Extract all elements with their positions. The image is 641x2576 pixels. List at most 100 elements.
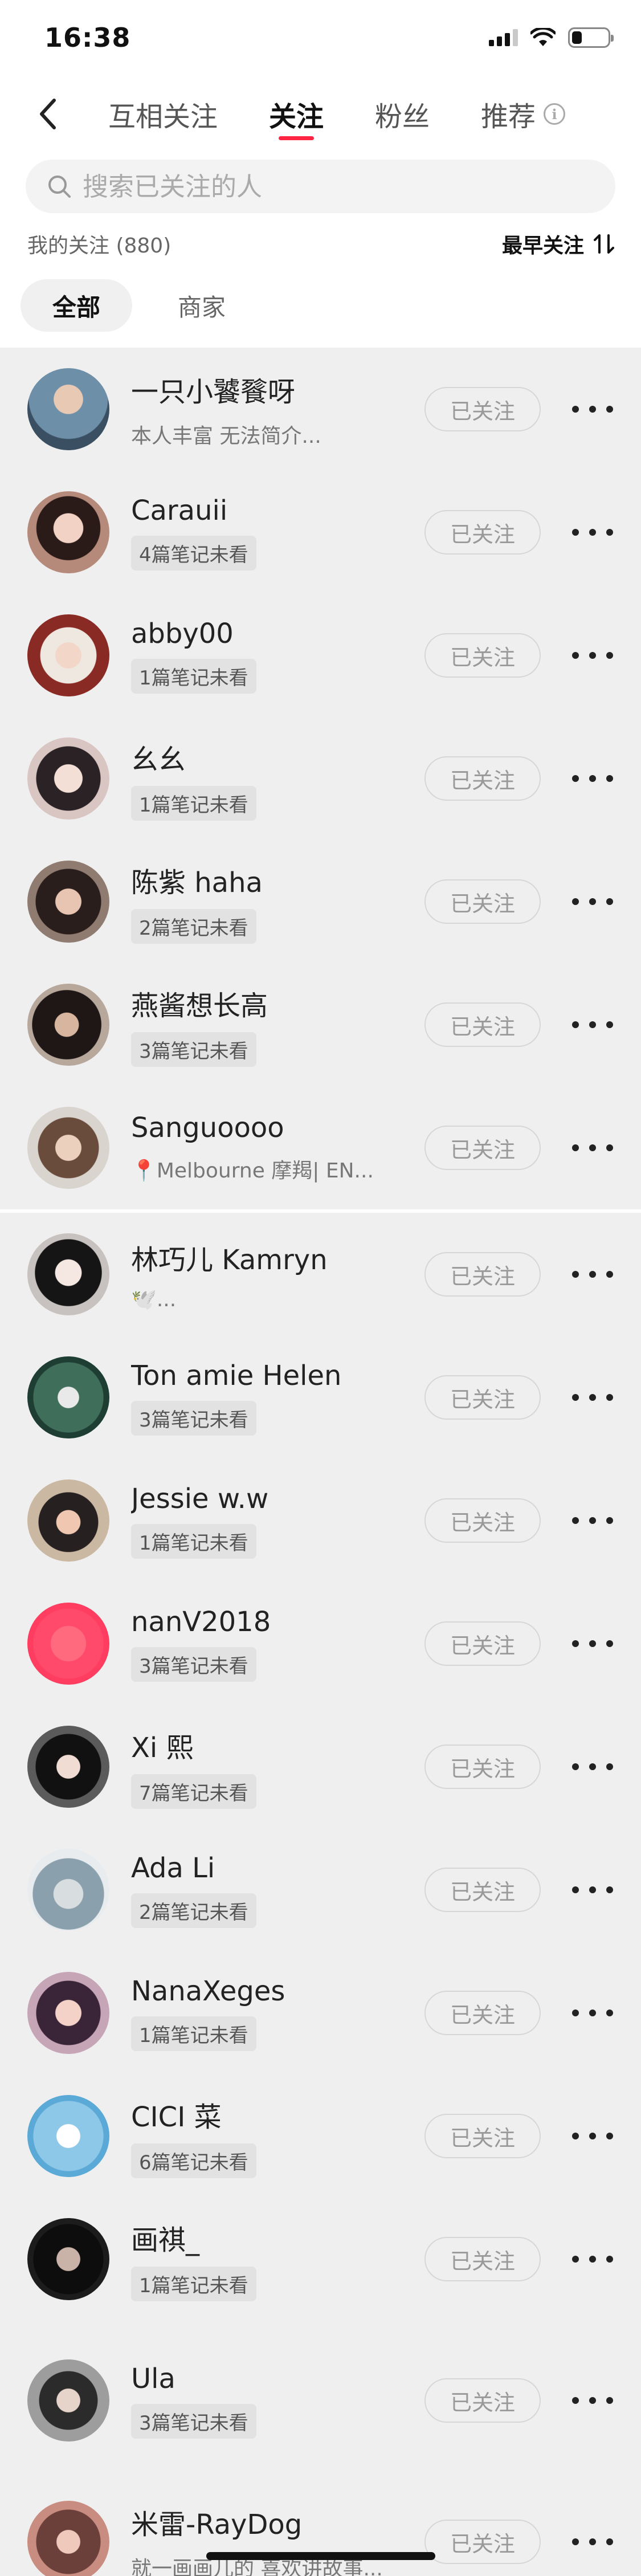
list-item[interactable]: Ton amie Helen 3篇笔记未看 已关注 bbox=[0, 1336, 641, 1459]
more-options-icon[interactable] bbox=[570, 1136, 615, 1159]
more-options-icon[interactable] bbox=[570, 2002, 615, 2024]
user-name[interactable]: 林巧儿 Kamryn bbox=[131, 1237, 399, 1277]
tab-recommend[interactable]: 推荐 i bbox=[481, 91, 566, 137]
avatar[interactable] bbox=[27, 1726, 109, 1808]
following-button[interactable]: 已关注 bbox=[424, 2520, 541, 2564]
user-name[interactable]: Ton amie Helen bbox=[131, 1360, 399, 1392]
more-options-icon[interactable] bbox=[570, 2125, 615, 2147]
user-name[interactable]: NanaXeges bbox=[131, 1975, 399, 2007]
user-name[interactable]: abby00 bbox=[131, 618, 399, 650]
more-options-icon[interactable] bbox=[570, 1386, 615, 1409]
user-name[interactable]: Jessie w.w bbox=[131, 1483, 399, 1515]
search-input[interactable] bbox=[83, 171, 538, 202]
avatar[interactable] bbox=[27, 1233, 109, 1315]
more-options-icon[interactable] bbox=[570, 767, 615, 790]
following-button[interactable]: 已关注 bbox=[424, 1498, 541, 1543]
avatar[interactable] bbox=[27, 2359, 109, 2442]
user-name[interactable]: Sanguoooo bbox=[131, 1112, 399, 1144]
avatar[interactable] bbox=[27, 737, 109, 820]
following-button[interactable]: 已关注 bbox=[424, 1375, 541, 1420]
avatar[interactable] bbox=[27, 2501, 109, 2576]
more-options-icon[interactable] bbox=[570, 1878, 615, 1901]
list-item[interactable]: 幺幺 1篇笔记未看 已关注 bbox=[0, 717, 641, 840]
list-item[interactable]: Ula 3篇笔记未看 已关注 bbox=[0, 2321, 641, 2480]
tab-fans[interactable]: 粉丝 bbox=[375, 91, 430, 137]
more-options-icon[interactable] bbox=[570, 521, 615, 544]
avatar[interactable] bbox=[27, 614, 109, 696]
avatar[interactable] bbox=[27, 2095, 109, 2177]
following-button[interactable]: 已关注 bbox=[424, 1621, 541, 1666]
user-name[interactable]: 燕酱想长高 bbox=[131, 983, 399, 1023]
more-options-icon[interactable] bbox=[570, 1755, 615, 1778]
more-options-icon[interactable] bbox=[570, 644, 615, 667]
more-options-icon[interactable] bbox=[570, 2389, 615, 2412]
more-options-icon[interactable] bbox=[570, 1509, 615, 1532]
following-button[interactable]: 已关注 bbox=[424, 510, 541, 555]
list-item[interactable]: 陈紫 haha 2篇笔记未看 已关注 bbox=[0, 840, 641, 963]
sort-button[interactable]: 最早关注 bbox=[502, 229, 616, 259]
back-arrow-icon[interactable] bbox=[28, 94, 68, 134]
user-name[interactable]: Ula bbox=[131, 2363, 399, 2395]
info-icon[interactable]: i bbox=[544, 103, 566, 125]
following-button[interactable]: 已关注 bbox=[424, 2237, 541, 2281]
avatar[interactable] bbox=[27, 2218, 109, 2300]
avatar[interactable] bbox=[27, 1603, 109, 1685]
list-item[interactable]: Xi 熙 7篇笔记未看 已关注 bbox=[0, 1705, 641, 1828]
user-name[interactable]: 幺幺 bbox=[131, 737, 399, 777]
more-options-icon[interactable] bbox=[570, 1632, 615, 1655]
following-button[interactable]: 已关注 bbox=[424, 2378, 541, 2423]
more-options-icon[interactable] bbox=[570, 2248, 615, 2271]
list-item[interactable]: nanV2018 3篇笔记未看 已关注 bbox=[0, 1582, 641, 1705]
tab-mutual[interactable]: 互相关注 bbox=[108, 91, 218, 137]
following-button[interactable]: 已关注 bbox=[424, 1868, 541, 1912]
following-button[interactable]: 已关注 bbox=[424, 1744, 541, 1789]
following-button[interactable]: 已关注 bbox=[424, 2114, 541, 2158]
avatar[interactable] bbox=[27, 1356, 109, 1438]
user-name[interactable]: CICI 菜 bbox=[131, 2094, 399, 2134]
list-item[interactable]: 画祺_ 1篇笔记未看 已关注 bbox=[0, 2198, 641, 2321]
list-item[interactable]: Sanguoooo 📍Melbourne 摩羯| EN... 已关注 bbox=[0, 1086, 641, 1209]
avatar[interactable] bbox=[27, 1479, 109, 1562]
filter-all[interactable]: 全部 bbox=[21, 279, 133, 332]
list-item[interactable]: 燕酱想长高 3篇笔记未看 已关注 bbox=[0, 963, 641, 1086]
list-item[interactable]: abby00 1篇笔记未看 已关注 bbox=[0, 594, 641, 717]
user-name[interactable]: Ada Li bbox=[131, 1852, 399, 1884]
following-button[interactable]: 已关注 bbox=[424, 1991, 541, 2035]
following-button[interactable]: 已关注 bbox=[424, 1126, 541, 1170]
avatar[interactable] bbox=[27, 1849, 109, 1931]
list-item[interactable]: Ada Li 2篇笔记未看 已关注 bbox=[0, 1828, 641, 1951]
following-button[interactable]: 已关注 bbox=[424, 756, 541, 801]
search-bar[interactable] bbox=[26, 160, 615, 213]
list-item[interactable]: Jessie w.w 1篇笔记未看 已关注 bbox=[0, 1459, 641, 1582]
following-button[interactable]: 已关注 bbox=[424, 387, 541, 431]
more-options-icon[interactable] bbox=[570, 890, 615, 913]
user-name[interactable]: 陈紫 haha bbox=[131, 860, 399, 900]
user-name[interactable]: 画祺_ bbox=[131, 2218, 399, 2257]
avatar[interactable] bbox=[27, 984, 109, 1066]
more-options-icon[interactable] bbox=[570, 2530, 615, 2553]
list-item[interactable]: 林巧儿 Kamryn 🕊️... 已关注 bbox=[0, 1213, 641, 1336]
tab-following[interactable]: 关注 bbox=[269, 91, 324, 137]
user-name[interactable]: Carauii bbox=[131, 495, 399, 527]
following-button[interactable]: 已关注 bbox=[424, 1252, 541, 1297]
list-item[interactable]: CICI 菜 6篇笔记未看 已关注 bbox=[0, 2074, 641, 2198]
list-item[interactable]: 一只小饕餮呀 本人丰富 无法简介... 已关注 bbox=[0, 348, 641, 471]
user-name[interactable]: nanV2018 bbox=[131, 1606, 399, 1638]
more-options-icon[interactable] bbox=[570, 1013, 615, 1036]
list-item[interactable]: Carauii 4篇笔记未看 已关注 bbox=[0, 471, 641, 594]
more-options-icon[interactable] bbox=[570, 1263, 615, 1286]
user-name[interactable]: 米雷-RayDog bbox=[131, 2502, 399, 2542]
user-name[interactable]: 一只小饕餮呀 bbox=[131, 369, 399, 409]
following-button[interactable]: 已关注 bbox=[424, 879, 541, 924]
avatar[interactable] bbox=[27, 1107, 109, 1189]
following-button[interactable]: 已关注 bbox=[424, 633, 541, 678]
avatar[interactable] bbox=[27, 1972, 109, 2054]
list-item[interactable]: NanaXeges 1篇笔记未看 已关注 bbox=[0, 1951, 641, 2074]
filter-merchants[interactable]: 商家 bbox=[146, 279, 258, 332]
more-options-icon[interactable] bbox=[570, 398, 615, 421]
user-name[interactable]: Xi 熙 bbox=[131, 1725, 399, 1765]
avatar[interactable] bbox=[27, 491, 109, 573]
avatar[interactable] bbox=[27, 368, 109, 450]
avatar[interactable] bbox=[27, 861, 109, 943]
following-button[interactable]: 已关注 bbox=[424, 1002, 541, 1047]
